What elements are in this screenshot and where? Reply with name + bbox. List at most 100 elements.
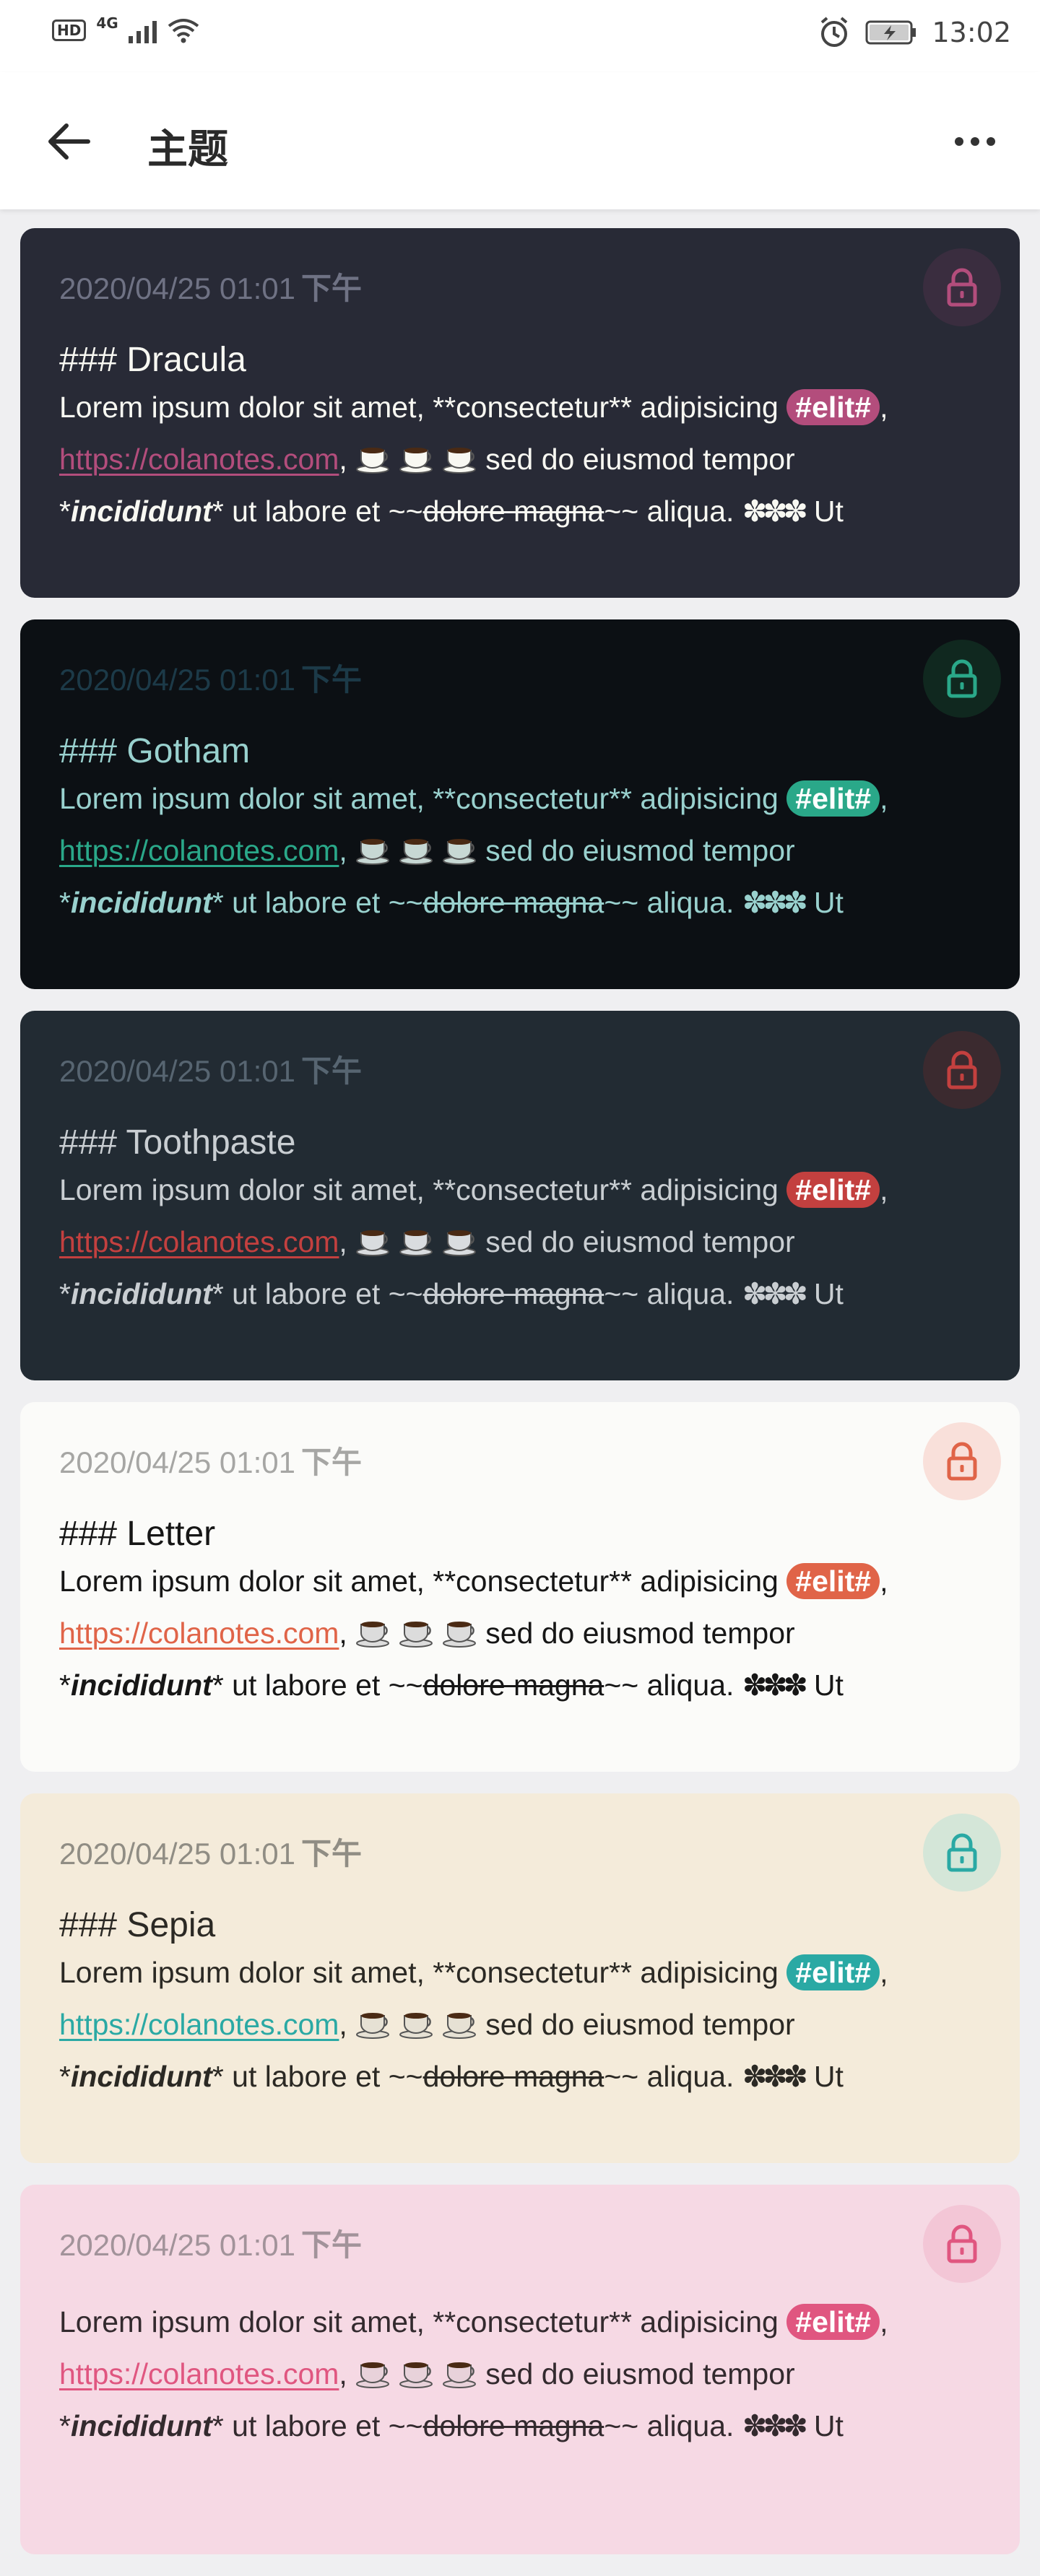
tag-badge: #elit# xyxy=(786,2304,880,2340)
flower-icons: ✽✽✽ xyxy=(742,1277,808,1310)
strikethrough-text: dolore magna xyxy=(422,1668,604,1702)
preview-line-2: https://colanotes.com, sed do eiusmod te… xyxy=(59,1607,1020,1659)
preview-text: Ut xyxy=(813,495,844,528)
preview-line-2: https://colanotes.com, sed do eiusmod te… xyxy=(59,433,1020,485)
back-arrow-icon[interactable] xyxy=(43,116,95,167)
preview-text: Lorem ipsum dolor sit amet, **consectetu… xyxy=(59,1173,779,1206)
preview-link[interactable]: https://colanotes.com xyxy=(59,2008,339,2041)
preview-line-2: https://colanotes.com, sed do eiusmod te… xyxy=(59,1216,1020,1268)
preview-text: * xyxy=(59,495,71,528)
preview-line-1: Lorem ipsum dolor sit amet, **consectetu… xyxy=(59,2296,1020,2348)
lock-icon[interactable] xyxy=(923,1422,1001,1500)
theme-card[interactable]: 2020/04/25 01:01 下午 Lorem ipsum dolor sit … xyxy=(20,2185,1020,2554)
theme-card[interactable]: 2020/04/25 01:01 下午 ### Dracula Lorem ipsum… xyxy=(20,228,1020,598)
theme-card[interactable]: 2020/04/25 01:01 下午 ### Letter Lorem ipsum … xyxy=(20,1402,1020,1772)
preview-link[interactable]: https://colanotes.com xyxy=(59,1616,339,1650)
preview-text: Ut xyxy=(813,1277,844,1310)
preview-text: ~~ aliqua. xyxy=(604,1277,734,1310)
emphasis-text: incididunt xyxy=(70,1668,212,1702)
comma: , xyxy=(339,2008,347,2041)
theme-name: ### Sepia xyxy=(59,1906,216,1944)
preview-text: sed do eiusmod tempor xyxy=(485,834,795,867)
theme-card[interactable]: 2020/04/25 01:01 下午 ### Gotham Lorem ipsum … xyxy=(20,619,1020,989)
preview-line-2: https://colanotes.com, sed do eiusmod te… xyxy=(59,2348,1020,2400)
lock-icon[interactable] xyxy=(923,248,1001,326)
coffee-icons xyxy=(355,1616,485,1650)
theme-name: ### Dracula xyxy=(59,341,246,379)
comma: , xyxy=(880,391,888,424)
preview-text: Lorem ipsum dolor sit amet, **consectetu… xyxy=(59,2305,779,2338)
theme-card[interactable]: 2020/04/25 01:01 下午 ### Sepia Lorem ipsum d… xyxy=(20,1793,1020,2163)
preview-link[interactable]: https://colanotes.com xyxy=(59,2357,339,2390)
more-menu-icon[interactable] xyxy=(946,123,1004,160)
emphasis-text: incididunt xyxy=(70,886,212,919)
preview-text: * xyxy=(59,2060,71,2093)
preview-link[interactable]: https://colanotes.com xyxy=(59,1225,339,1258)
emphasis-text: incididunt xyxy=(70,1277,212,1310)
note-date: 2020/04/25 01:01 下午 xyxy=(59,1053,1020,1090)
lock-icon[interactable] xyxy=(923,1814,1001,1892)
note-date: 2020/04/25 01:01 下午 xyxy=(59,1444,1020,1481)
preview-text: sed do eiusmod tempor xyxy=(485,2357,795,2390)
date-suffix: 下午 xyxy=(300,2227,362,2263)
preview-line-3: *incididunt* ut labore et ~~dolore magna… xyxy=(59,2400,1020,2452)
network-type: 4G xyxy=(96,14,118,32)
emphasis-text: incididunt xyxy=(70,2409,212,2442)
theme-name: ### Toothpaste xyxy=(59,1123,296,1162)
preview-text: * ut labore et ~~ xyxy=(212,886,423,919)
preview-link[interactable]: https://colanotes.com xyxy=(59,443,339,476)
note-date: 2020/04/25 01:01 下午 xyxy=(59,2227,1020,2264)
flower-icons: ✽✽✽ xyxy=(742,886,808,919)
comma: , xyxy=(339,1616,347,1650)
coffee-icons xyxy=(355,2357,485,2390)
preview-link[interactable]: https://colanotes.com xyxy=(59,834,339,867)
emphasis-text: incididunt xyxy=(70,2060,212,2093)
theme-list: 2020/04/25 01:01 下午 ### Dracula Lorem ipsum… xyxy=(20,228,1020,2576)
coffee-icons xyxy=(355,834,485,867)
date-text: 2020/04/25 01:01 xyxy=(59,1054,295,1088)
comma: , xyxy=(339,443,347,476)
preview-line-2: https://colanotes.com, sed do eiusmod te… xyxy=(59,1998,1020,2050)
preview-line-3: *incididunt* ut labore et ~~dolore magna… xyxy=(59,1659,1020,1711)
coffee-icons xyxy=(355,1225,485,1258)
strikethrough-text: dolore magna xyxy=(422,886,604,919)
date-suffix: 下午 xyxy=(300,1053,362,1089)
comma: , xyxy=(880,2305,888,2338)
comma: , xyxy=(880,1956,888,1989)
note-date: 2020/04/25 01:01 下午 xyxy=(59,270,1020,308)
preview-text: * xyxy=(59,886,71,919)
lock-icon[interactable] xyxy=(923,640,1001,718)
preview-line-1: Lorem ipsum dolor sit amet, **consectetu… xyxy=(59,1555,1020,1607)
preview-line-3: *incididunt* ut labore et ~~dolore magna… xyxy=(59,2050,1020,2102)
lock-icon[interactable] xyxy=(923,1031,1001,1109)
signal-icon xyxy=(128,17,157,43)
app-bar: 主题 xyxy=(0,72,1040,209)
date-suffix: 下午 xyxy=(300,1445,362,1480)
preview-text: sed do eiusmod tempor xyxy=(485,443,795,476)
lock-icon[interactable] xyxy=(923,2205,1001,2283)
note-date: 2020/04/25 01:01 下午 xyxy=(59,661,1020,699)
date-suffix: 下午 xyxy=(300,271,362,306)
preview-text: Lorem ipsum dolor sit amet, **consectetu… xyxy=(59,1565,779,1598)
preview-text: sed do eiusmod tempor xyxy=(485,1225,795,1258)
preview-text: * ut labore et ~~ xyxy=(212,1668,423,1702)
theme-card[interactable]: 2020/04/25 01:01 下午 ### Toothpaste Lorem ip… xyxy=(20,1011,1020,1380)
preview-line-1: Lorem ipsum dolor sit amet, **consectetu… xyxy=(59,1946,1020,1998)
strikethrough-text: dolore magna xyxy=(422,1277,604,1310)
comma: , xyxy=(339,2357,347,2390)
tag-badge: #elit# xyxy=(786,1563,880,1599)
wifi-icon xyxy=(168,19,199,43)
comma: , xyxy=(880,782,888,815)
hd-indicator: HD xyxy=(52,19,87,41)
preview-line-3: *incididunt* ut labore et ~~dolore magna… xyxy=(59,1268,1020,1320)
preview-text: Ut xyxy=(813,1668,844,1702)
preview-text: sed do eiusmod tempor xyxy=(485,2008,795,2041)
note-date: 2020/04/25 01:01 下午 xyxy=(59,1835,1020,1873)
strikethrough-text: dolore magna xyxy=(422,495,604,528)
preview-text: Lorem ipsum dolor sit amet, **consectetu… xyxy=(59,782,779,815)
coffee-icons xyxy=(355,2008,485,2041)
preview-text: ~~ aliqua. xyxy=(604,1668,734,1702)
preview-text: ~~ aliqua. xyxy=(604,495,734,528)
preview-text: ~~ aliqua. xyxy=(604,2409,734,2442)
preview-line-1: Lorem ipsum dolor sit amet, **consectetu… xyxy=(59,381,1020,433)
